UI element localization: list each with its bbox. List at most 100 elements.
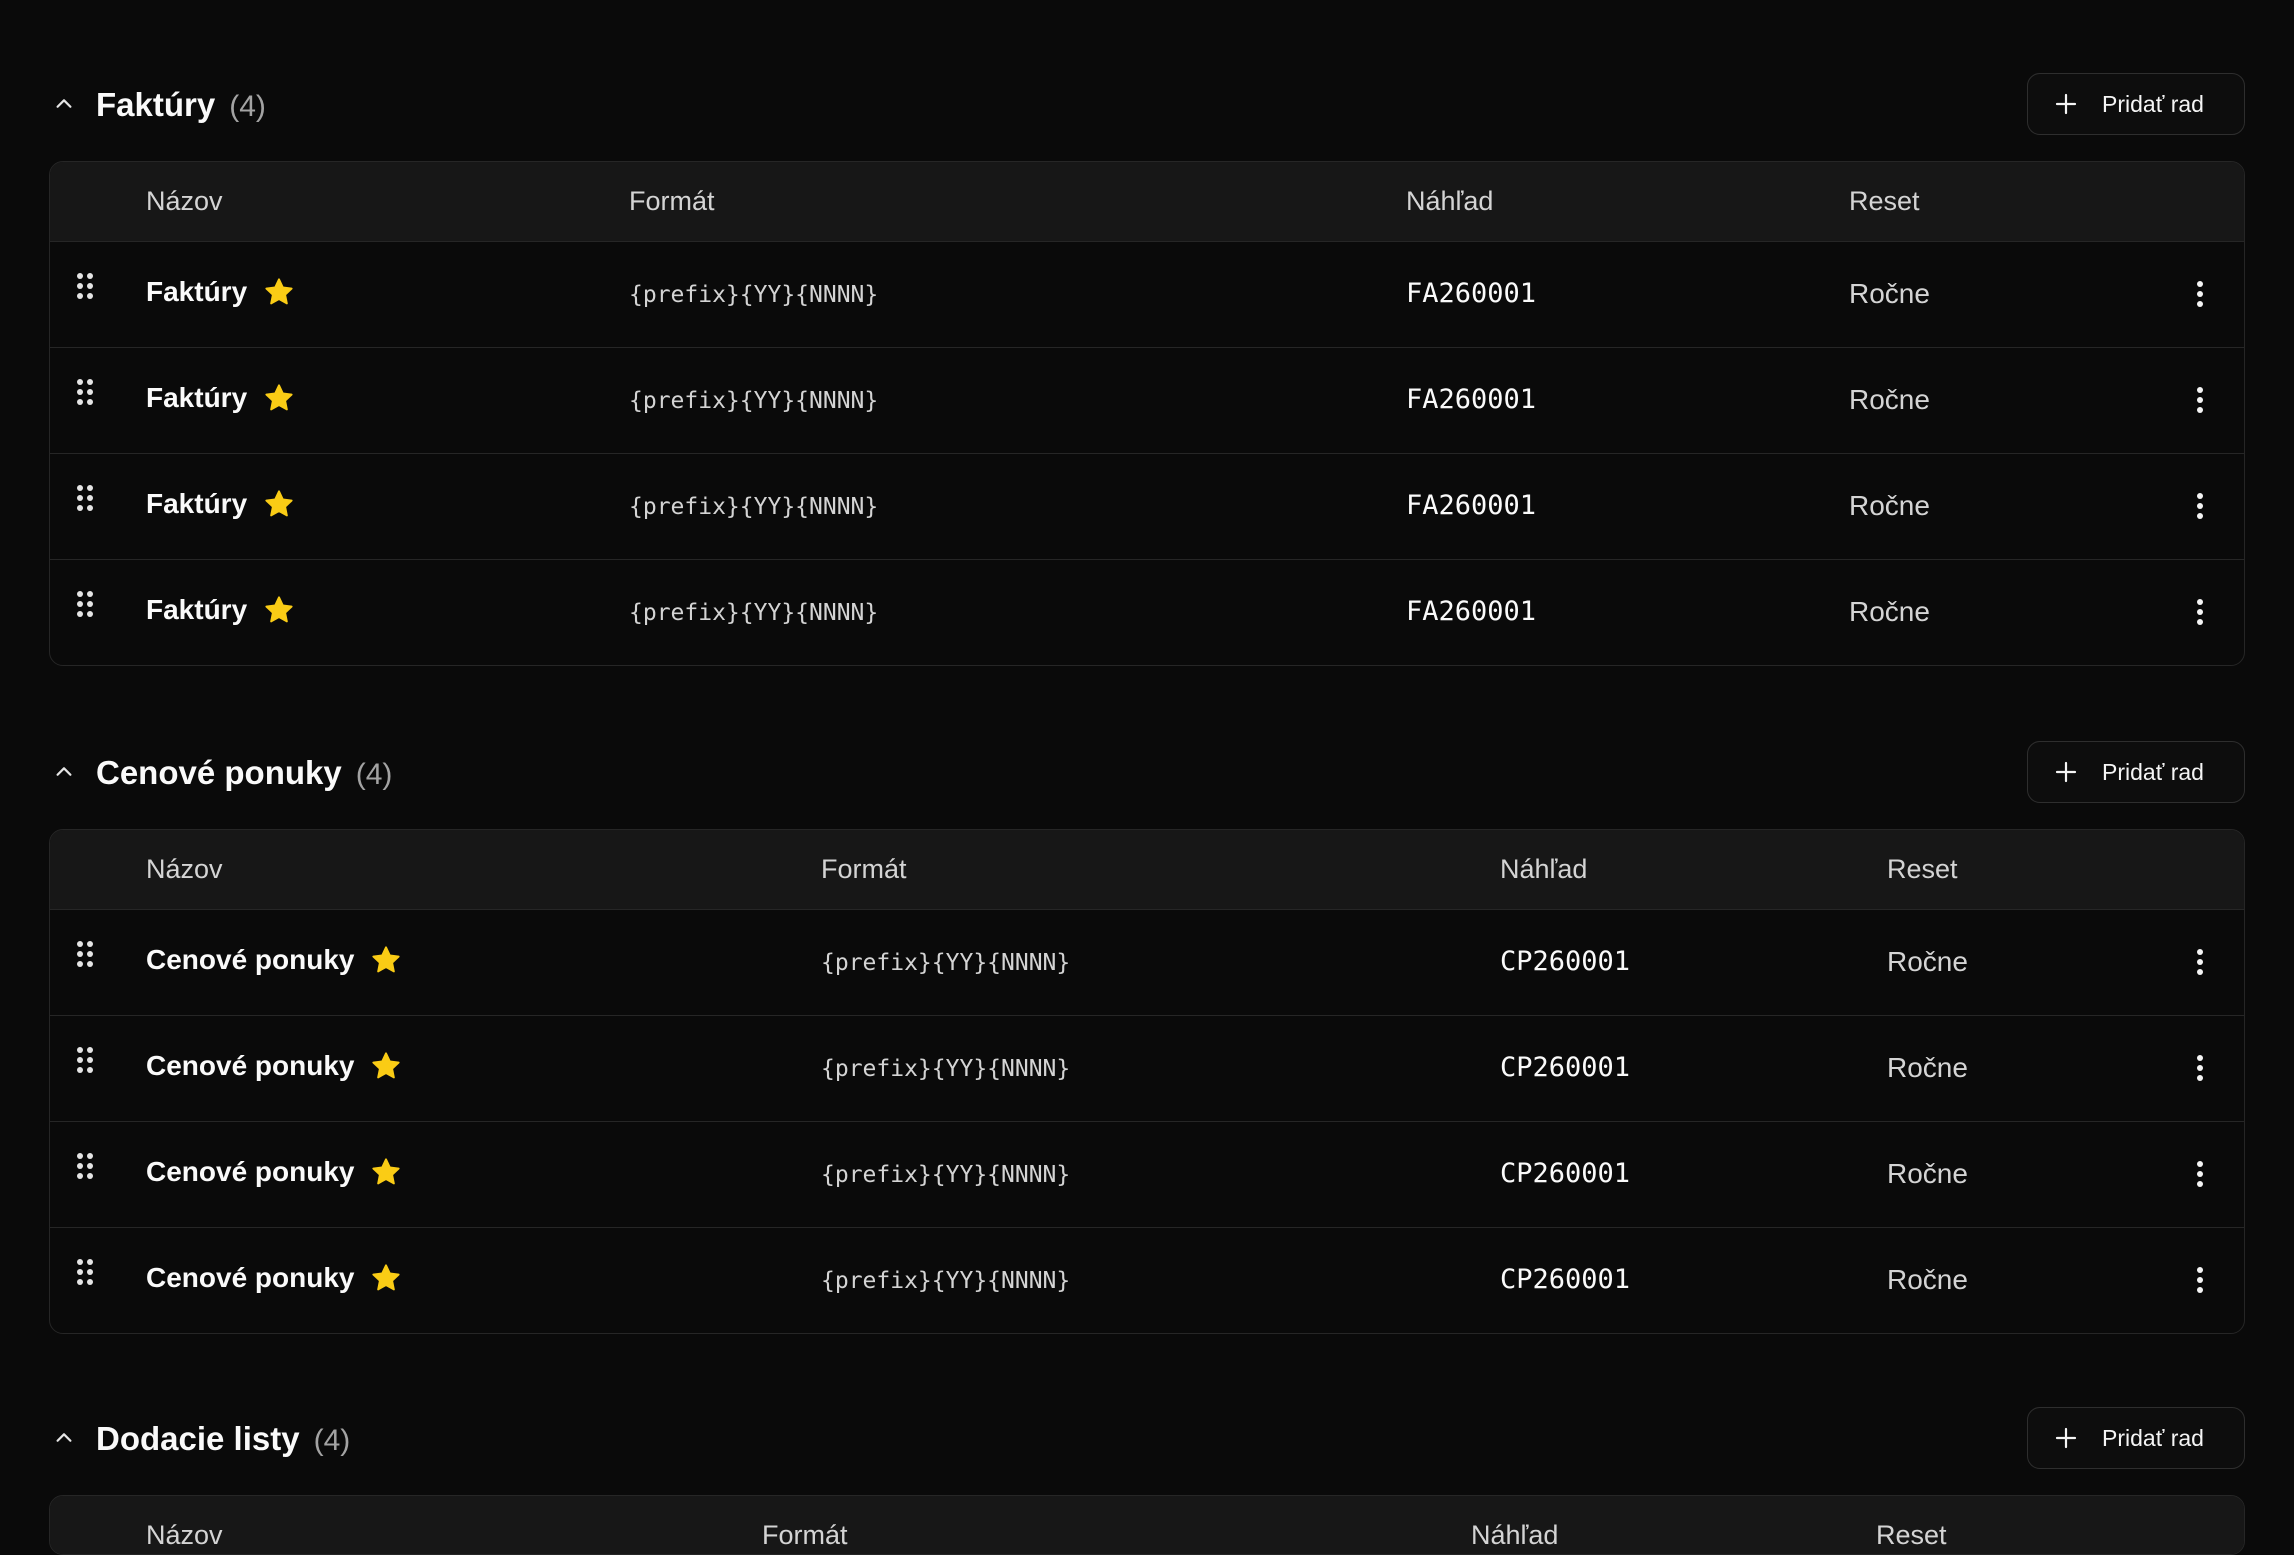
series-table: Názov Formát Náhľad Reset Faktúry {prefi… (49, 161, 2245, 666)
row-format: {prefix}{YY}{NNNN} (821, 1162, 1071, 1188)
star-icon (370, 1050, 402, 1082)
more-vertical-icon (2197, 493, 2203, 519)
section-count: (4) (355, 758, 393, 791)
table-row[interactable]: Faktúry {prefix}{YY}{NNNN} FA260001 Ročn… (50, 242, 2244, 348)
drag-handle-icon[interactable] (76, 590, 96, 624)
plus-icon (2055, 93, 2077, 115)
column-header-name: Názov (146, 854, 223, 884)
section-dodacie-listy: Dodacie listy (4) Pridať rad Názov Formát… (49, 1407, 2245, 1555)
row-format: {prefix}{YY}{NNNN} (629, 600, 879, 626)
row-menu-button[interactable] (2190, 382, 2210, 418)
row-reset: Ročne (1887, 946, 1968, 977)
section-count: (4) (313, 1424, 351, 1457)
section-header: Faktúry (4) Pridať rad (49, 73, 2245, 137)
star-icon (370, 1262, 402, 1294)
drag-handle-icon[interactable] (76, 940, 96, 974)
section-title: Faktúry (4) (96, 86, 266, 123)
row-name: Cenové ponuky (146, 1050, 402, 1082)
table-row[interactable]: Cenové ponuky {prefix}{YY}{NNNN} CP26000… (50, 1016, 2244, 1122)
row-menu-button[interactable] (2190, 944, 2210, 980)
table-header: Názov Formát Náhľad Reset (50, 1496, 2244, 1554)
drag-handle-icon[interactable] (76, 272, 96, 306)
star-icon (263, 382, 295, 414)
row-menu-button[interactable] (2190, 1262, 2210, 1298)
drag-handle-icon[interactable] (76, 1258, 96, 1292)
section-count: (4) (229, 90, 266, 123)
row-preview: FA260001 (1406, 490, 1537, 521)
add-series-button[interactable]: Pridať rad (2027, 741, 2245, 803)
row-format: {prefix}{YY}{NNNN} (821, 1056, 1071, 1082)
more-vertical-icon (2197, 599, 2203, 625)
table-row[interactable]: Faktúry {prefix}{YY}{NNNN} FA260001 Ročn… (50, 560, 2244, 665)
more-vertical-icon (2197, 1161, 2203, 1187)
row-menu-button[interactable] (2190, 488, 2210, 524)
drag-handle-icon[interactable] (76, 378, 96, 412)
row-menu-button[interactable] (2190, 594, 2210, 630)
row-preview: CP260001 (1500, 946, 1631, 977)
table-header: Názov Formát Náhľad Reset (50, 830, 2244, 910)
collapse-toggle[interactable] (49, 1423, 79, 1453)
row-name: Cenové ponuky (146, 1156, 402, 1188)
table-row[interactable]: Cenové ponuky {prefix}{YY}{NNNN} CP26000… (50, 910, 2244, 1016)
column-header-name: Názov (146, 186, 223, 216)
section-title: Cenové ponuky (4) (96, 754, 393, 791)
drag-handle-icon[interactable] (76, 1046, 96, 1080)
row-preview: FA260001 (1406, 384, 1537, 415)
series-table: Názov Formát Náhľad Reset (49, 1495, 2245, 1555)
section-cenove-ponuky: Cenové ponuky (4) Pridať rad Názov Formát… (49, 741, 2245, 1334)
row-name: Faktúry (146, 382, 295, 414)
section-header: Dodacie listy (4) Pridať rad (49, 1407, 2245, 1471)
row-menu-button[interactable] (2190, 1050, 2210, 1086)
row-name: Faktúry (146, 594, 295, 626)
column-header-reset: Reset (1849, 186, 1920, 216)
row-reset: Ročne (1849, 490, 1930, 521)
row-preview: CP260001 (1500, 1264, 1631, 1295)
more-vertical-icon (2197, 949, 2203, 975)
star-icon (263, 488, 295, 520)
table-row[interactable]: Cenové ponuky {prefix}{YY}{NNNN} CP26000… (50, 1122, 2244, 1228)
add-series-label: Pridať rad (2102, 90, 2204, 117)
row-reset: Ročne (1849, 596, 1930, 627)
add-series-button[interactable]: Pridať rad (2027, 1407, 2245, 1469)
more-vertical-icon (2197, 1055, 2203, 1081)
collapse-toggle[interactable] (49, 757, 79, 787)
row-menu-button[interactable] (2190, 276, 2210, 312)
row-preview: CP260001 (1500, 1052, 1631, 1083)
table-row[interactable]: Faktúry {prefix}{YY}{NNNN} FA260001 Ročn… (50, 348, 2244, 454)
series-table: Názov Formát Náhľad Reset Cenové ponuky … (49, 829, 2245, 1334)
row-name: Cenové ponuky (146, 944, 402, 976)
column-header-format: Formát (629, 186, 715, 216)
row-menu-button[interactable] (2190, 1156, 2210, 1192)
collapse-toggle[interactable] (49, 89, 79, 119)
chevron-up-icon (56, 1433, 72, 1442)
row-preview: FA260001 (1406, 278, 1537, 309)
section-header: Cenové ponuky (4) Pridať rad (49, 741, 2245, 805)
row-format: {prefix}{YY}{NNNN} (821, 1268, 1071, 1294)
row-format: {prefix}{YY}{NNNN} (821, 950, 1071, 976)
row-format: {prefix}{YY}{NNNN} (629, 282, 879, 308)
column-header-preview: Náhľad (1406, 186, 1494, 216)
drag-handle-icon[interactable] (76, 1152, 96, 1186)
chevron-up-icon (56, 99, 72, 108)
row-preview: CP260001 (1500, 1158, 1631, 1189)
star-icon (263, 276, 295, 308)
row-name: Cenové ponuky (146, 1262, 402, 1294)
column-header-format: Formát (821, 854, 907, 884)
row-reset: Ročne (1887, 1158, 1968, 1189)
table-row[interactable]: Cenové ponuky {prefix}{YY}{NNNN} CP26000… (50, 1228, 2244, 1333)
row-name: Faktúry (146, 488, 295, 520)
more-vertical-icon (2197, 1267, 2203, 1293)
star-icon (263, 594, 295, 626)
column-header-preview: Náhľad (1500, 854, 1588, 884)
table-row[interactable]: Faktúry {prefix}{YY}{NNNN} FA260001 Ročn… (50, 454, 2244, 560)
row-name: Faktúry (146, 276, 295, 308)
chevron-up-icon (56, 767, 72, 776)
drag-handle-icon[interactable] (76, 484, 96, 518)
plus-icon (2055, 1427, 2077, 1449)
plus-icon (2055, 761, 2077, 783)
row-reset: Ročne (1887, 1052, 1968, 1083)
row-format: {prefix}{YY}{NNNN} (629, 388, 879, 414)
add-series-button[interactable]: Pridať rad (2027, 73, 2245, 135)
add-series-label: Pridať rad (2102, 758, 2204, 785)
more-vertical-icon (2197, 281, 2203, 307)
